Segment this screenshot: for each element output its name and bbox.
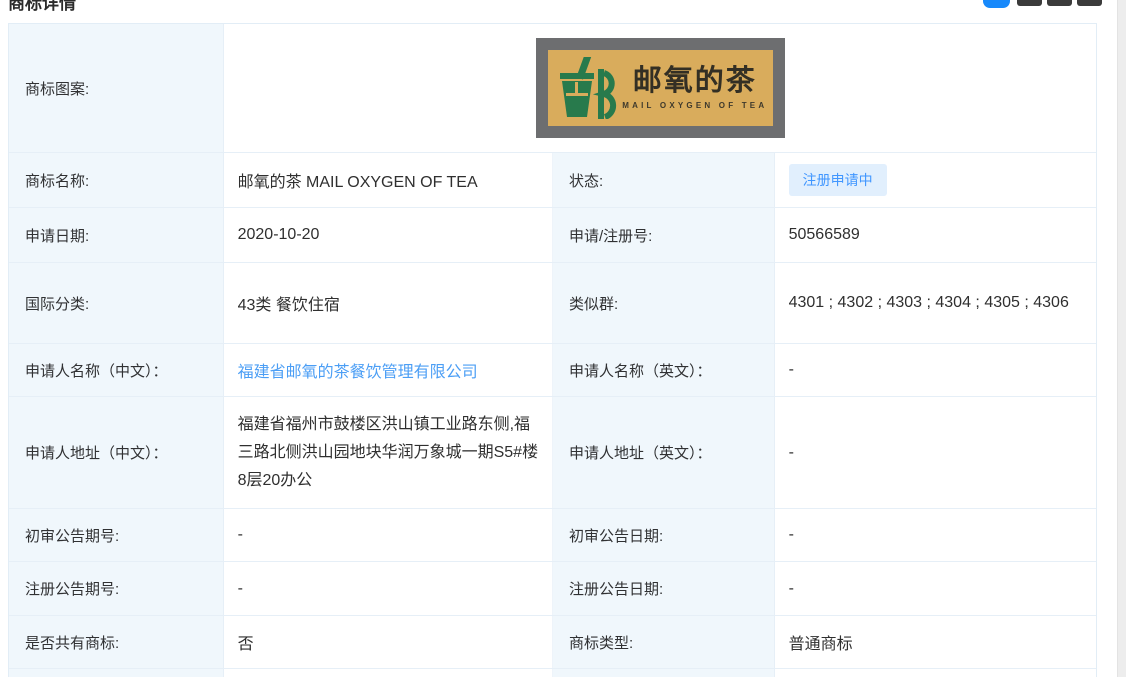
similar-group-value: 4301 ; 4302 ; 4303 ; 4304 ; 4305 ; 4306: [774, 263, 1096, 343]
applicant-addr-cn-value: 福建省福州市鼓楼区洪山镇工业路东侧,福三路北侧洪山园地块华润万象城一期S5#楼8…: [223, 397, 553, 508]
trademark-type-value: 普通商标: [774, 616, 1096, 668]
dark-tool-icon-1[interactable]: [1017, 0, 1042, 6]
table-row: 商标图案: 邮氧的茶 MAIL OXYGEN OF TEA: [9, 24, 1096, 153]
field-label-status: 状态:: [553, 153, 775, 207]
trademark-name-value: 邮氧的茶 MAIL OXYGEN OF TEA: [223, 153, 553, 207]
field-label-reg-announce-no: 注册公告期号:: [9, 562, 224, 615]
table-row: 商标名称: 邮氧的茶 MAIL OXYGEN OF TEA 状态: 注册申请中: [9, 153, 1096, 208]
table-row: 申请人名称（中文）： 福建省邮氧的茶餐饮管理有限公司 申请人名称（英文）： -: [9, 344, 1096, 397]
field-label-trademark-image: 商标图案:: [9, 24, 224, 152]
logo-cn-text: 邮氧的茶: [632, 65, 757, 98]
field-label-applicant-addr-cn: 申请人地址（中文）：: [9, 397, 224, 508]
field-label-applicant-addr-en: 申请人地址（英文）：: [553, 397, 775, 508]
blue-app-icon[interactable]: [983, 0, 1010, 8]
field-label-trademark-name: 商标名称:: [9, 153, 224, 207]
first-trial-no-value: -: [223, 509, 553, 561]
applicant-addr-en-value: -: [774, 397, 1096, 508]
applicant-name-cn-cell: 福建省邮氧的茶餐饮管理有限公司: [223, 344, 553, 396]
applicant-name-link[interactable]: 福建省邮氧的茶餐饮管理有限公司: [238, 358, 478, 382]
logo-en-text: MAIL OXYGEN OF TEA: [622, 100, 768, 110]
status-badge: 注册申请中: [788, 164, 887, 196]
table-row: 申请人地址（中文）： 福建省福州市鼓楼区洪山镇工业路东侧,福三路北侧洪山园地块华…: [9, 397, 1096, 509]
field-label-applicant-name-en: 申请人名称（英文）：: [553, 344, 775, 396]
tea-cup-icon: [560, 57, 617, 119]
page-title: 商标详情: [8, 0, 76, 13]
table-row: 初审公告期号: - 初审公告日期: -: [9, 509, 1096, 562]
table-row: 申请日期: 2020-10-20 申请/注册号: 50566589: [9, 208, 1096, 263]
field-label-apply-date: 申请日期:: [9, 208, 224, 262]
field-label-first-trial-date: 初审公告日期:: [553, 509, 775, 561]
field-label-is-shared: 是否共有商标:: [9, 616, 224, 668]
first-trial-date-value: -: [774, 509, 1096, 561]
dark-tool-icon-3[interactable]: [1077, 0, 1102, 6]
applicant-name-en-value: -: [774, 344, 1096, 396]
trademark-image-cell: 邮氧的茶 MAIL OXYGEN OF TEA: [223, 24, 1096, 152]
field-label-reg-announce-date: 注册公告日期:: [553, 562, 775, 615]
field-label-applicant-name-cn: 申请人名称（中文）：: [9, 344, 224, 396]
dark-tool-icon-2[interactable]: [1047, 0, 1072, 6]
table-row-partial: [9, 669, 1096, 677]
field-label-reg-number: 申请/注册号:: [553, 208, 775, 262]
intl-class-value: 43类 餐饮住宿: [223, 263, 553, 343]
apply-date-value: 2020-10-20: [223, 208, 553, 262]
is-shared-value: 否: [223, 616, 553, 668]
table-row: 国际分类: 43类 餐饮住宿 类似群: 4301 ; 4302 ; 4303 ;…: [9, 263, 1096, 344]
status-value-cell: 注册申请中: [774, 153, 1096, 207]
table-row: 是否共有商标: 否 商标类型: 普通商标: [9, 616, 1096, 669]
field-label-similar-group: 类似群:: [553, 263, 775, 343]
trademark-detail-table: 商标图案: 邮氧的茶 MAIL OXYGEN OF TEA 商标名称: 邮氧的茶…: [8, 23, 1097, 677]
field-label-trademark-type: 商标类型:: [553, 616, 775, 668]
table-row: 注册公告期号: - 注册公告日期: -: [9, 562, 1096, 616]
field-label-first-trial-no: 初审公告期号:: [9, 509, 224, 561]
reg-announce-no-value: -: [223, 562, 553, 615]
reg-announce-date-value: -: [774, 562, 1096, 615]
trademark-logo: 邮氧的茶 MAIL OXYGEN OF TEA: [536, 38, 786, 138]
reg-number-value: 50566589: [774, 208, 1096, 262]
page-edge-strip: [1117, 0, 1126, 677]
field-label-intl-class: 国际分类:: [9, 263, 224, 343]
